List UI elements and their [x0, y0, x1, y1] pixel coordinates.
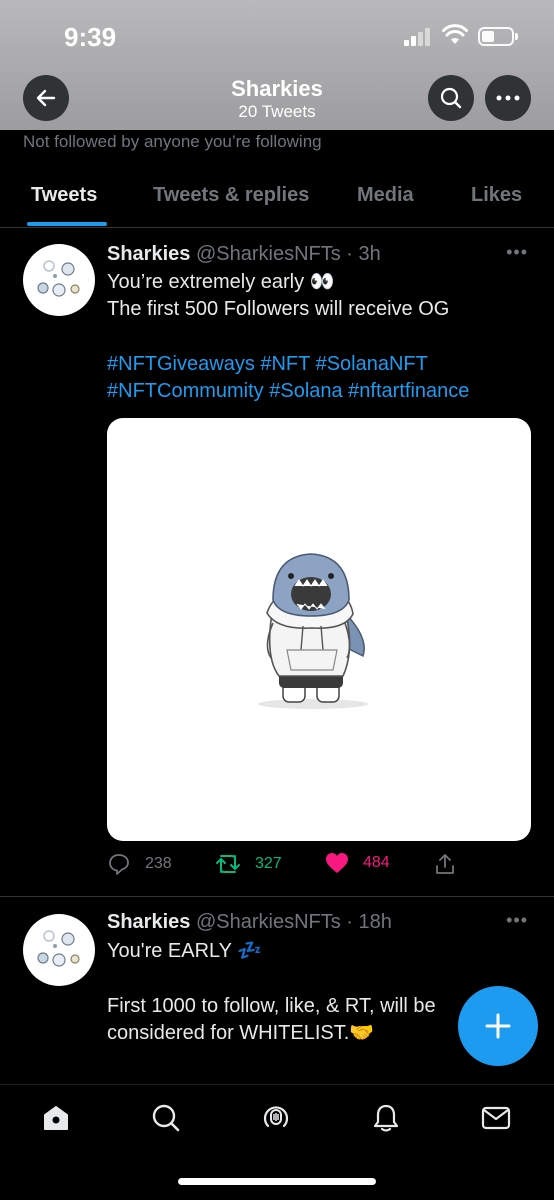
tweet-author-handle[interactable]: @SharkiesNFTs: [196, 243, 341, 265]
scroll-fade: [0, 1064, 554, 1086]
share-button[interactable]: [433, 852, 457, 876]
tweet-header: Sharkies @SharkiesNFTs · 18h: [107, 911, 392, 934]
like-count: 484: [363, 854, 390, 871]
more-icon: [496, 95, 520, 101]
more-options-button[interactable]: [485, 75, 531, 121]
nav-spaces[interactable]: [259, 1101, 293, 1135]
tab-tweets[interactable]: Tweets: [31, 184, 97, 207]
tweet-text-line: considered for WHITELIST.🤝: [107, 1022, 375, 1044]
shark-hoodie-illustration: [258, 553, 368, 709]
tweet-time: · 3h: [346, 243, 381, 265]
tweet-more-button[interactable]: •••: [506, 242, 528, 263]
wifi-icon: [442, 24, 468, 44]
tweet-author-name[interactable]: Sharkies: [107, 911, 190, 933]
tweet-actions: 238 327 484: [107, 852, 531, 880]
notifications-icon: [373, 1104, 399, 1132]
nav-explore[interactable]: [149, 1101, 183, 1135]
tweet-time: · 18h: [346, 911, 392, 933]
heart-icon: [326, 853, 348, 873]
tweet-divider: [0, 896, 554, 897]
profile-tabs: Tweets Tweets & replies Media Likes: [0, 170, 554, 228]
avatar[interactable]: [23, 914, 95, 986]
tab-likes[interactable]: Likes: [471, 184, 522, 207]
share-icon: [436, 854, 454, 874]
nav-home[interactable]: [39, 1101, 73, 1135]
tweet-text-line: You're EARLY 💤: [107, 940, 263, 962]
retweet-icon: [216, 855, 240, 873]
compose-icon: [485, 1013, 511, 1039]
tweet-hashtags[interactable]: #NFTGiveaways #NFT #SolanaNFT: [107, 351, 428, 378]
tweet-header: Sharkies @SharkiesNFTs · 3h: [107, 243, 381, 266]
reply-count: 238: [145, 855, 172, 872]
search-icon: [440, 87, 462, 109]
tweet-media-image[interactable]: [107, 418, 531, 841]
tweet-more-button[interactable]: •••: [506, 910, 528, 931]
nav-messages[interactable]: [479, 1101, 513, 1135]
tweet-author-handle[interactable]: @SharkiesNFTs: [196, 911, 341, 933]
tweet-text-line: The first 500 Followers will receive OG: [107, 298, 450, 320]
reply-icon: [109, 854, 129, 875]
tweet-text-line: You’re extremely early 👀: [107, 271, 335, 293]
spaces-icon: [263, 1106, 289, 1128]
tweet-hashtags[interactable]: #NFTCommumity #Solana #nftartfinance: [107, 378, 469, 405]
reply-button[interactable]: 238: [107, 852, 172, 876]
compose-tweet-button[interactable]: [458, 986, 538, 1066]
tweet-text-line: First 1000 to follow, like, & RT, will b…: [107, 995, 436, 1017]
search-button[interactable]: [428, 75, 474, 121]
nav-notifications[interactable]: [369, 1101, 403, 1135]
tab-tweets-replies[interactable]: Tweets & replies: [153, 184, 309, 207]
avatar[interactable]: [23, 244, 95, 316]
retweet-count: 327: [255, 855, 282, 872]
active-tab-indicator: [27, 222, 107, 226]
messages-icon: [481, 1106, 511, 1130]
status-time: 9:39: [64, 22, 117, 52]
battery-icon: [478, 27, 518, 46]
retweet-button[interactable]: 327: [215, 852, 282, 876]
explore-icon: [152, 1104, 180, 1132]
home-icon: [44, 1106, 68, 1130]
like-button[interactable]: 484: [325, 852, 390, 874]
home-indicator: [178, 1178, 376, 1185]
tab-media[interactable]: Media: [357, 184, 414, 207]
avatar-image: [37, 930, 80, 967]
status-bar: 9:39: [0, 0, 554, 74]
profile-header-banner: 9:39 Sharkies 20 Tweets: [0, 0, 554, 130]
signal-icon: [404, 28, 434, 46]
tweet-author-name[interactable]: Sharkies: [107, 243, 190, 265]
followed-by-note: Not followed by anyone you’re following: [23, 132, 322, 151]
avatar-image: [37, 260, 80, 297]
